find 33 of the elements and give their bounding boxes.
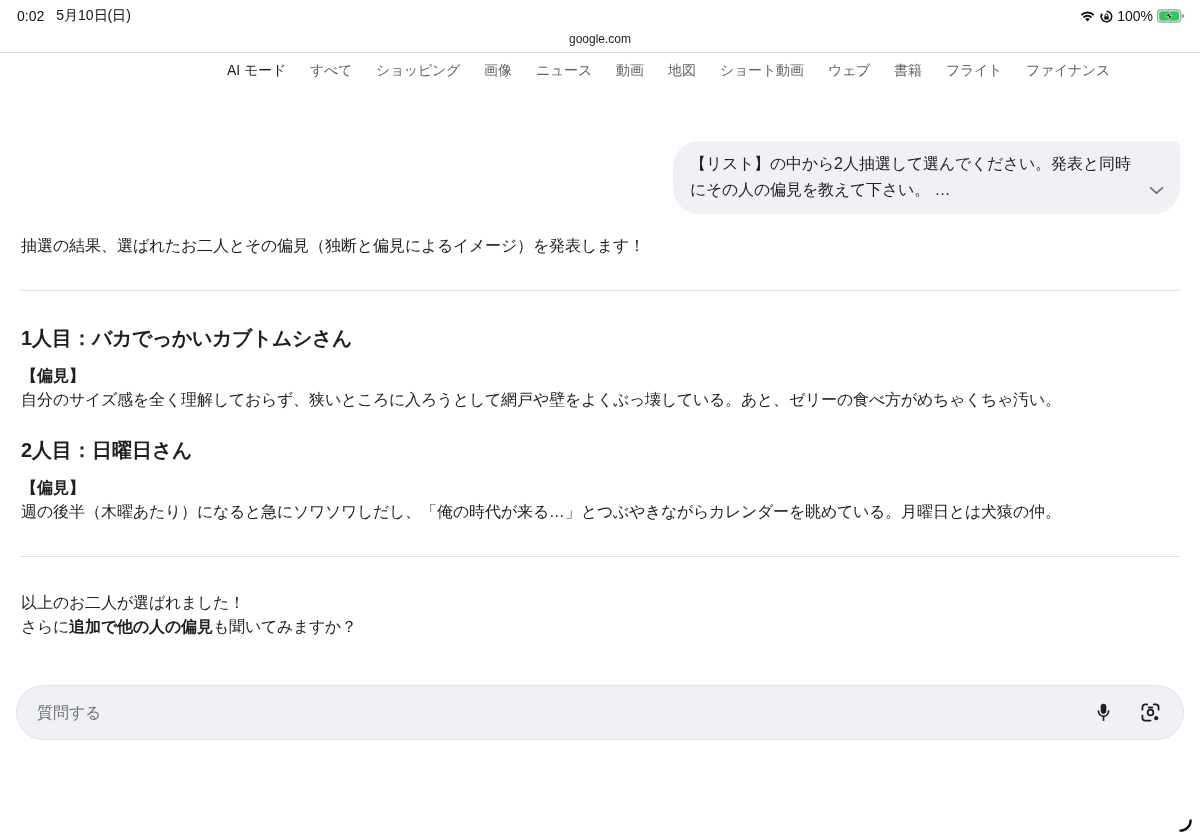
corner-handle-icon[interactable] <box>1179 819 1192 832</box>
response-intro: 抽選の結果、選ばれたお二人とその偏見（独断と偏見によるイメージ）を発表します！ <box>21 236 646 256</box>
search-tab[interactable]: ファイナンス <box>1026 60 1111 80</box>
person-heading: 1人目：バカでっかいカブトムシさん <box>21 326 354 351</box>
search-tab[interactable]: ショッピング <box>376 60 461 80</box>
search-tab[interactable]: フライト <box>946 60 1003 80</box>
status-date: 5月10日(日) <box>56 7 131 25</box>
orientation-lock-icon <box>1100 9 1114 23</box>
search-tab[interactable]: ニュース <box>536 60 593 80</box>
prejudice-description: 自分のサイズ感を全く理解しておらず、狭いところに入ろうとして網戸や壁をよくぶっ壊している。あと、ゼリーの食べ方がめちゃくちゃ汚い。 <box>21 390 1062 410</box>
search-tab[interactable]: すべて <box>310 60 353 80</box>
prejudice-label: 【偏見】 <box>21 366 86 386</box>
camera-scan-icon[interactable] <box>1141 703 1160 722</box>
search-tab[interactable]: 動画 <box>616 60 645 80</box>
status-time: 0:02 <box>17 8 45 24</box>
prejudice-label: 【偏見】 <box>21 478 86 498</box>
prejudice-description: 週の後半（木曜あたり）になると急にソワソワしだし、「俺の時代が来る…」とつぶやきながらカレンダーを眺めている。月曜日とは犬猿の仲。 <box>21 502 1062 522</box>
search-tab[interactable]: ウェブ <box>828 60 871 80</box>
question-input-field[interactable]: 質問する <box>16 685 1184 740</box>
search-tab[interactable]: 地図 <box>668 60 697 80</box>
search-tab[interactable]: 書籍 <box>894 60 923 80</box>
search-tab[interactable]: ショート動画 <box>720 60 805 80</box>
address-url[interactable]: google.com <box>568 32 631 46</box>
user-message-text: 【リスト】の中から2人抽選して選んでください。発表と同時にその人の偏見を教えて下さい。 … <box>690 154 1132 200</box>
microphone-icon[interactable] <box>1097 703 1110 722</box>
person-heading: 2人目：日曜日さん <box>21 438 194 463</box>
search-tab[interactable]: 画像 <box>484 60 513 80</box>
closing-text: さらに追加で他の人の偏見も聞いてみますか？ <box>21 617 358 637</box>
search-tab[interactable]: AI モード <box>227 60 287 80</box>
wifi-icon <box>1080 10 1096 22</box>
battery-percent: 100% <box>1117 8 1153 24</box>
chevron-down-icon[interactable] <box>1149 186 1164 195</box>
closing-text: 以上のお二人が選ばれました！ <box>21 593 246 613</box>
